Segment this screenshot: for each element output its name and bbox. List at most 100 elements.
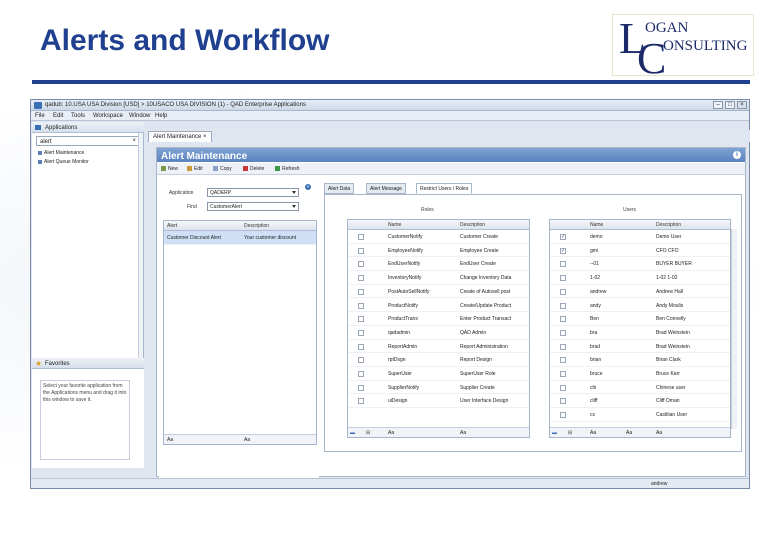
table-row[interactable]: brad Brad Weinstein (550, 340, 730, 354)
row-checkbox[interactable] (358, 234, 364, 240)
remove-icon[interactable]: ⊟ (366, 430, 370, 436)
remove-icon[interactable]: ⊟ (568, 430, 572, 436)
table-row[interactable]: ReportAdmin Report Administration (348, 340, 529, 354)
tab-restrict-users-roles[interactable]: Restrict Users / Roles (416, 183, 473, 194)
row-checkbox[interactable] (358, 288, 364, 295)
col-role-name[interactable]: Name (388, 222, 401, 228)
table-row[interactable]: andrew Andrew Hall (550, 285, 730, 299)
close-icon[interactable]: × (737, 101, 747, 109)
table-row[interactable]: Customer Discount Alert Your customer di… (164, 231, 316, 245)
row-checkbox[interactable] (358, 329, 364, 336)
table-row[interactable]: CustomerNotify Customer Create (348, 230, 529, 244)
row-checkbox[interactable]: ✓ (560, 247, 566, 254)
filter-icon[interactable]: Aa (388, 430, 394, 436)
window-titlebar[interactable]: qadub: 10.USA USA Division [USD] > 10USA… (31, 100, 749, 111)
row-checkbox[interactable] (560, 261, 566, 268)
menu-tools[interactable]: Tools (71, 113, 85, 119)
table-row[interactable]: brian Brian Clark (550, 353, 730, 367)
row-checkbox[interactable] (358, 247, 364, 254)
table-row[interactable]: chi Chinese user (550, 381, 730, 395)
delete-button[interactable]: Delete (243, 166, 264, 172)
row-checkbox[interactable] (358, 371, 364, 377)
maximize-icon[interactable]: □ (725, 101, 735, 109)
users-scrollbar[interactable] (731, 229, 737, 429)
tab-alert-data[interactable]: Alert Data (324, 183, 355, 194)
row-checkbox[interactable] (358, 343, 364, 350)
row-checkbox[interactable] (560, 329, 566, 336)
edit-button[interactable]: Edit (187, 166, 203, 172)
new-button[interactable]: New (161, 166, 178, 172)
row-checkbox[interactable] (560, 398, 566, 405)
table-row[interactable]: Ben Ben Connelly (550, 312, 730, 326)
menu-window[interactable]: Window (129, 113, 150, 119)
table-row[interactable]: PostAutoSellNotify Create of Autosell pos… (348, 285, 529, 299)
table-row[interactable]: 1-02 1-02 1-02 (550, 271, 730, 285)
applications-header[interactable]: Applications (32, 122, 144, 133)
menu-edit[interactable]: Edit (53, 113, 63, 119)
tab-close-icon[interactable]: × (203, 134, 207, 140)
table-row[interactable]: SupplierNotify Supplier Create (348, 381, 529, 395)
table-row[interactable]: ✓ gmi CFO CFO (550, 244, 730, 258)
filter-icon[interactable]: Aa (167, 437, 173, 443)
table-row[interactable]: qadadmin QAD Admin (348, 326, 529, 340)
table-row[interactable]: SuperUser SuperUser Role (348, 367, 529, 381)
row-checkbox[interactable] (560, 288, 566, 295)
table-row[interactable]: uiDesign User Interface Design (348, 394, 529, 409)
filter-icon[interactable]: Aa (244, 437, 250, 443)
applications-search-input[interactable]: alert × (36, 136, 140, 146)
col-user-name[interactable]: Name (590, 222, 603, 228)
row-checkbox[interactable] (560, 371, 566, 377)
table-row[interactable]: bra Brad Weinstein (550, 326, 730, 340)
table-row[interactable]: EndUserNotify EndUser Create (348, 257, 529, 272)
col-role-description[interactable]: Description (460, 222, 485, 228)
col-alert[interactable]: Alert (167, 223, 177, 229)
row-checkbox[interactable] (560, 384, 566, 391)
table-row[interactable]: --01 BUYER BUYER (550, 257, 730, 272)
minimize-icon[interactable]: – (713, 101, 723, 109)
copy-button[interactable]: Copy (213, 166, 232, 172)
table-row[interactable]: ProductNotify Create/Update Product (348, 299, 529, 313)
row-checkbox[interactable] (358, 302, 364, 309)
table-row[interactable]: bruce Bruce Karr (550, 367, 730, 381)
row-checkbox[interactable] (560, 343, 566, 350)
row-checkbox[interactable] (560, 412, 566, 419)
row-checkbox[interactable] (358, 275, 364, 282)
row-checkbox[interactable] (358, 357, 364, 364)
row-checkbox[interactable] (358, 384, 364, 391)
table-row[interactable]: InventoryNotify Change Inventory Data (348, 271, 529, 285)
row-checkbox[interactable] (358, 261, 364, 268)
filter-icon[interactable]: Aa (626, 430, 632, 436)
row-checkbox[interactable] (560, 316, 566, 323)
table-row[interactable]: rptDsgn Report Design (348, 353, 529, 367)
favorites-header[interactable]: ★ Favorites (32, 358, 144, 369)
app-item-alert-queue-monitor[interactable]: Alert Queue Monitor (38, 159, 89, 165)
menu-file[interactable]: File (35, 113, 45, 119)
app-item-alert-maintenance[interactable]: Alert Maintenance (38, 150, 84, 156)
table-row[interactable]: andy Andy Moulis (550, 299, 730, 313)
table-row[interactable]: cliff Cliff Oman (550, 394, 730, 409)
row-checkbox[interactable] (358, 398, 364, 405)
help-icon[interactable]: i (733, 151, 741, 159)
tab-alert-message[interactable]: Alert Message (366, 183, 406, 194)
filter-icon[interactable]: Aa (656, 430, 662, 436)
row-checkbox[interactable] (560, 302, 566, 309)
refresh-button[interactable]: Refresh (275, 166, 300, 172)
collapse-icon[interactable]: ▬ (552, 430, 557, 436)
table-row[interactable]: cs Castilian User (550, 408, 730, 422)
row-checkbox[interactable] (560, 275, 566, 282)
row-checkbox[interactable] (560, 357, 566, 364)
row-checkbox[interactable]: ✓ (560, 234, 566, 240)
application-select[interactable]: QADERP (207, 188, 299, 197)
row-checkbox[interactable] (358, 316, 364, 323)
find-select[interactable]: CustomerAlert (207, 202, 299, 211)
menu-help[interactable]: Help (155, 113, 167, 119)
filter-icon[interactable]: Aa (590, 430, 596, 436)
table-row[interactable]: ✓ demo Demo User (550, 230, 730, 244)
table-row[interactable]: EmployeeNotify Employee Create (348, 244, 529, 258)
table-row[interactable]: ProductTrans Enter Product Transact (348, 312, 529, 326)
col-user-description[interactable]: Description (656, 222, 681, 228)
tab-alert-maintenance[interactable]: Alert Maintenance × (148, 131, 212, 142)
menu-workspace[interactable]: Workspace (93, 113, 123, 119)
collapse-icon[interactable]: « (305, 184, 311, 190)
col-description[interactable]: Description (244, 223, 269, 229)
